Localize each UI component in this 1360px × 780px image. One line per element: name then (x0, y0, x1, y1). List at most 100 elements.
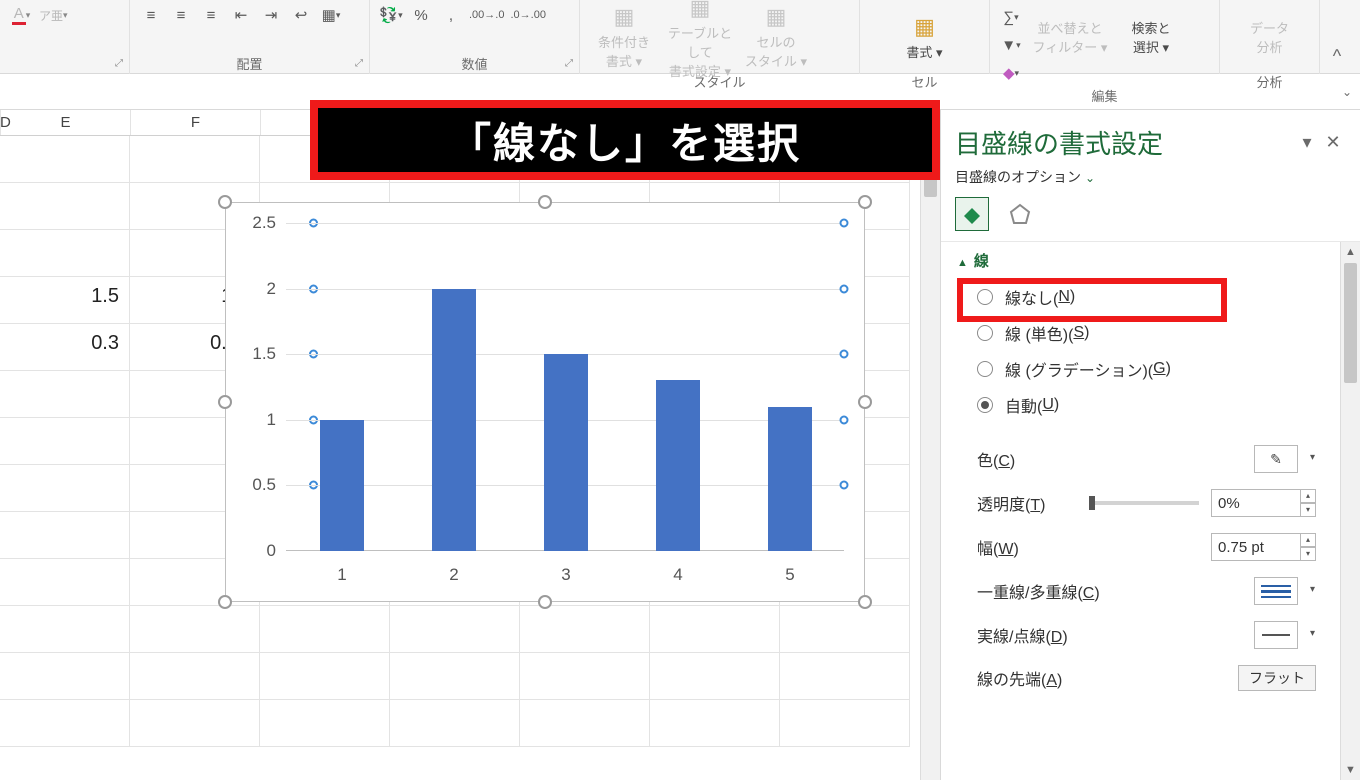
pane-subtitle[interactable]: 目盛線のオプション⌄ (941, 167, 1360, 195)
dialog-launcher-icon[interactable]: ⤢ (562, 57, 576, 71)
chart-object[interactable]: 0 0.5 1 1.5 2 2.5 (225, 202, 865, 602)
cap-type-button[interactable]: フラット (1238, 665, 1316, 691)
data-analysis-button[interactable]: データ 分析 (1235, 2, 1305, 72)
group-label: 数値 (370, 54, 579, 74)
vertical-scrollbar[interactable]: ▲ (920, 136, 940, 780)
y-axis[interactable]: 0 0.5 1 1.5 2 2.5 (226, 223, 284, 551)
resize-handle[interactable] (858, 395, 872, 409)
x-tick: 5 (785, 565, 794, 585)
increase-decimal-button[interactable]: .00→.0 (468, 2, 505, 28)
x-tick: 3 (561, 565, 570, 585)
resize-handle[interactable] (538, 195, 552, 209)
ribbon-group-cell: ▦書式 ▾ セル (860, 0, 990, 74)
dash-type-button[interactable]: ▾ (1254, 621, 1298, 649)
percent-button[interactable]: % (408, 2, 434, 28)
fill-line-tab-icon[interactable] (955, 197, 989, 231)
section-line-header[interactable]: ▲線 (941, 242, 1340, 279)
bar[interactable] (544, 354, 588, 551)
group-label: 編集 (990, 86, 1219, 106)
indent-decrease-button[interactable]: ⇤ (228, 2, 254, 28)
slider-knob[interactable] (1089, 496, 1095, 510)
pen-icon: ✎ (1270, 451, 1282, 468)
radio-solid-line[interactable]: 線 (単色)(S) (941, 315, 1340, 351)
phonetic-button[interactable]: ア亜 ▾ (38, 2, 69, 28)
cell-styles-button[interactable]: ▦セルの スタイル ▾ (740, 2, 812, 72)
worksheet-area[interactable]: D E F G H I J K 1.5 1.3 0.3 0.15 (0, 110, 940, 780)
color-picker-button[interactable]: ✎▾ (1254, 445, 1298, 473)
bar[interactable] (656, 380, 700, 551)
font-color-button[interactable]: A ▾ (8, 2, 34, 28)
merge-button[interactable]: ▦ ▾ (318, 2, 344, 28)
bar[interactable] (768, 407, 812, 551)
radio-icon (977, 325, 993, 341)
plot-area[interactable]: 1 2 3 4 5 (286, 223, 844, 551)
resize-handle[interactable] (858, 595, 872, 609)
spin-up[interactable]: ▴ (1300, 489, 1316, 503)
bar[interactable] (432, 289, 476, 551)
resize-handle[interactable] (858, 195, 872, 209)
spin-down[interactable]: ▾ (1300, 503, 1316, 517)
collapse-triangle-icon: ▲ (957, 257, 968, 269)
decrease-decimal-button[interactable]: .0→.00 (509, 2, 546, 28)
y-tick: 0.5 (252, 475, 276, 495)
find-select-button[interactable]: 検索と 選択 ▾ (1116, 2, 1186, 72)
ribbon-group-analysis: データ 分析 分析 (1220, 0, 1320, 74)
pane-scrollbar[interactable]: ▲ ▼ (1340, 242, 1360, 780)
sort-filter-button[interactable]: 並べ替えと フィルター ▾ (1028, 2, 1112, 72)
ribbon-group-font: A ▾ ア亜 ▾ ⤢ (0, 0, 130, 74)
col-header[interactable]: E (1, 110, 131, 135)
indent-increase-button[interactable]: ⇥ (258, 2, 284, 28)
align-left-button[interactable]: ≡ (138, 2, 164, 28)
y-tick: 1.5 (252, 344, 276, 364)
dialog-launcher-icon[interactable]: ⤢ (352, 57, 366, 71)
y-tick: 2 (267, 279, 276, 299)
col-header[interactable]: F (131, 110, 261, 135)
accounting-format-button[interactable]: 💱▾ (378, 2, 404, 28)
resize-handle[interactable] (218, 595, 232, 609)
radio-no-line[interactable]: 線なし(N) (941, 279, 1340, 315)
formula-expand-icon[interactable]: ⌄ (1342, 85, 1352, 99)
format-pane: 目盛線の書式設定 ▾ ✕ 目盛線のオプション⌄ ▲線 線なし(N) (940, 110, 1360, 780)
spin-up[interactable]: ▴ (1300, 533, 1316, 547)
transparency-input[interactable]: 0% (1211, 489, 1301, 517)
dialog-launcher-icon[interactable]: ⤢ (112, 57, 126, 71)
resize-handle[interactable] (538, 595, 552, 609)
conditional-format-button[interactable]: ▦条件付き 書式 ▾ (588, 2, 660, 72)
prop-dash: 実線/点線(D) ▾ (941, 613, 1340, 657)
annotation-banner: 「線なし」を選択 (310, 100, 940, 180)
fill-button[interactable]: ▼ ▾ (998, 32, 1024, 58)
compound-line-button[interactable]: ▾ (1254, 577, 1298, 605)
resize-handle[interactable] (218, 195, 232, 209)
width-input[interactable]: 0.75 pt (1211, 533, 1301, 561)
align-center-button[interactable]: ≡ (168, 2, 194, 28)
format-as-table-button[interactable]: ▦テーブルとして 書式設定 ▾ (664, 2, 736, 72)
scroll-down-icon[interactable]: ▼ (1341, 760, 1360, 780)
cell-format-button[interactable]: ▦書式 ▾ (889, 2, 961, 72)
gridline-select-dot (840, 284, 849, 293)
y-tick: 2.5 (252, 213, 276, 233)
ribbon-group-number: 💱▾ % , .00→.0 .0→.00 数値 ⤢ (370, 0, 580, 74)
prop-color: 色(C) ✎▾ (941, 437, 1340, 481)
bar[interactable] (320, 420, 364, 551)
effects-tab-icon[interactable] (1003, 197, 1037, 231)
align-right-button[interactable]: ≡ (198, 2, 224, 28)
group-label: 分析 (1220, 72, 1319, 92)
autosum-button[interactable]: ∑ ▾ (998, 4, 1024, 30)
scroll-up-icon[interactable]: ▲ (1341, 242, 1360, 262)
wrap-text-button[interactable]: ↩ (288, 2, 314, 28)
ribbon-collapse-button[interactable]: ^ (1320, 0, 1354, 73)
radio-auto-line[interactable]: 自動(U) (941, 387, 1340, 423)
comma-button[interactable]: , (438, 2, 464, 28)
ribbon: A ▾ ア亜 ▾ ⤢ ≡ ≡ ≡ ⇤ ⇥ ↩ ▦ ▾ 配置 ⤢ 💱▾ % , .… (0, 0, 1360, 74)
clear-button[interactable]: ◆ ▾ (998, 60, 1024, 86)
scroll-thumb[interactable] (1344, 263, 1357, 383)
radio-gradient-line[interactable]: 線 (グラデーション)(G) (941, 351, 1340, 387)
cell[interactable]: 1.5 (0, 277, 130, 324)
cell[interactable]: 0.3 (0, 324, 130, 371)
pane-options-button[interactable]: ▾ (1294, 130, 1320, 156)
spin-down[interactable]: ▾ (1300, 547, 1316, 561)
pane-close-button[interactable]: ✕ (1320, 130, 1346, 156)
group-label: セル (860, 72, 989, 92)
pane-title: 目盛線の書式設定 (955, 124, 1294, 161)
transparency-slider[interactable] (1089, 501, 1199, 505)
